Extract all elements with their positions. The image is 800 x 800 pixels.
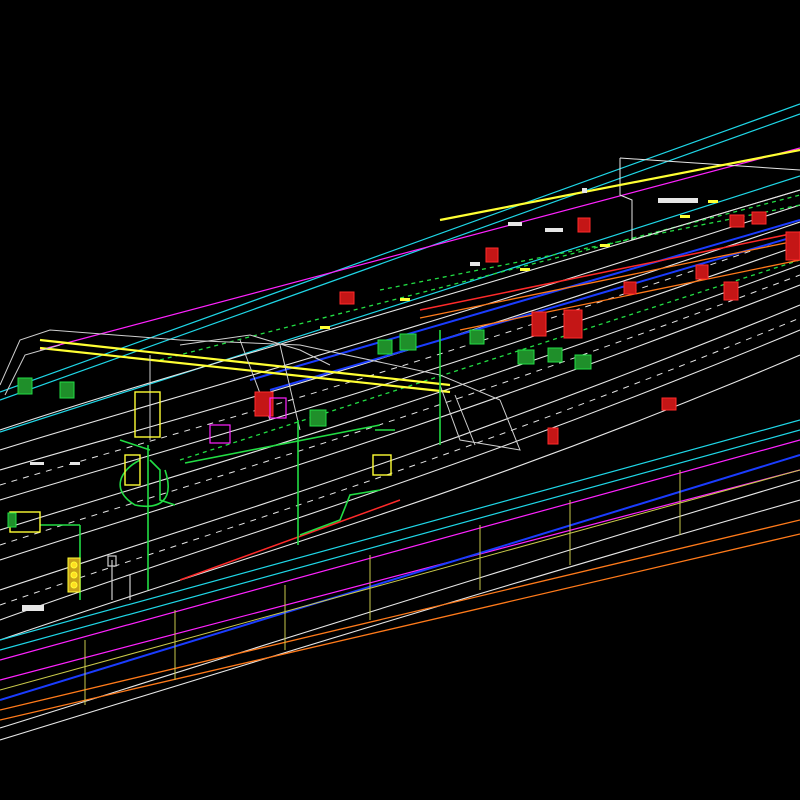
gantry-icon xyxy=(39,148,800,394)
road-markings xyxy=(22,188,698,611)
traffic-signal-icon xyxy=(67,557,81,593)
cad-isometric-road-drawing xyxy=(0,0,800,800)
far-road-boundary xyxy=(0,103,800,433)
gantry-truss xyxy=(0,329,521,451)
traffic-lanes xyxy=(0,219,800,701)
sign-panel-icon xyxy=(9,391,392,533)
lane-markings xyxy=(0,233,800,606)
kerb-lines xyxy=(0,469,800,705)
